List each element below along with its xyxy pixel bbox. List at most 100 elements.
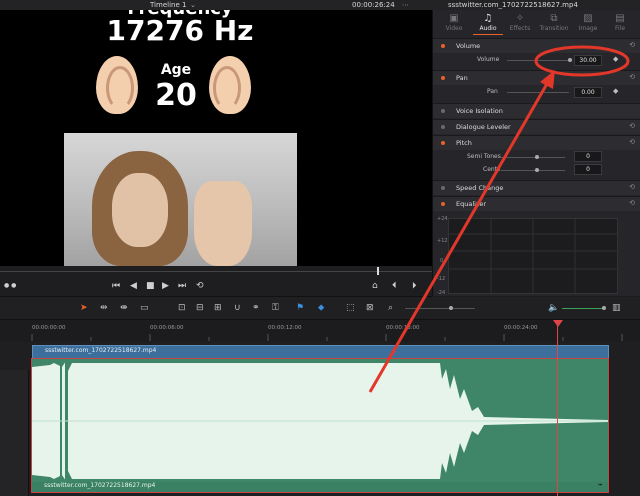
semitones-label: Semi Tones xyxy=(467,153,501,160)
clip-fade-handle-icon[interactable]: ⌁ xyxy=(598,480,603,489)
pan-value-field[interactable]: 0.00 xyxy=(574,87,602,98)
master-volume-knob[interactable] xyxy=(602,306,606,310)
section-voice-isolation[interactable]: Voice Isolation xyxy=(433,103,640,118)
tab-image[interactable]: ▨ Image xyxy=(573,13,603,32)
overwrite-clip-icon[interactable]: ⊟ xyxy=(196,302,204,314)
transport-menu-icon[interactable]: ● ● xyxy=(4,280,16,292)
timeline-dropdown-icon[interactable]: ⌄ xyxy=(190,0,196,10)
pan-slider[interactable] xyxy=(507,92,569,93)
match-frame-icon[interactable]: ⌂ xyxy=(372,280,378,292)
scrub-handle[interactable] xyxy=(377,267,379,275)
edit-toolbar: ➤ ⇹ ⇼ ▭ ⊡ ⊟ ⊞ ∪ ⚭ ⚿ ⚑ ⬥ ⬚ ⊠ ⌕ 🔈 ▥ xyxy=(0,297,640,320)
position-lock-icon[interactable]: ⚿ xyxy=(272,302,279,314)
selection-tool-icon[interactable]: ➤ xyxy=(80,302,88,314)
viewer[interactable]: Frequency 17276 Hz Age 20 xyxy=(0,10,432,266)
section-speed-change[interactable]: Speed Change ⟲ xyxy=(433,180,640,195)
cents-slider[interactable] xyxy=(501,170,565,171)
section-equalizer[interactable]: Equalizer ⟲ xyxy=(433,196,640,211)
volume-enable-toggle[interactable] xyxy=(441,44,445,48)
voice-isolation-toggle[interactable] xyxy=(441,109,445,113)
playhead-handle[interactable] xyxy=(553,320,563,327)
tab-transition[interactable]: ⧉ Transition xyxy=(539,13,569,32)
zoom-slider-knob[interactable] xyxy=(449,306,453,310)
zoom-fit-icon[interactable]: ⬚ xyxy=(346,302,355,314)
zoom-custom-icon[interactable]: ⌕ xyxy=(388,302,393,314)
section-dialogue-leveler[interactable]: Dialogue Leveler ⟲ xyxy=(433,119,640,134)
ruler-tick: 00:00:00:00 xyxy=(32,325,66,331)
eq-db-label: +24 xyxy=(437,216,448,222)
speaker-icon[interactable]: 🔈 xyxy=(548,302,559,314)
volume-slider[interactable] xyxy=(507,60,569,61)
timeline-name[interactable]: Timeline 1 xyxy=(150,0,186,10)
volume-keyframe-icon[interactable]: ◆ xyxy=(613,55,618,63)
section-volume[interactable]: Volume ⟲ xyxy=(433,38,640,53)
play-button[interactable]: ▶ xyxy=(162,280,169,292)
tab-file[interactable]: ▤ File xyxy=(605,13,635,32)
audio-clip-footer[interactable]: ssstwitter.com_1702722518627.mp4 ⌁ xyxy=(31,480,609,493)
loop-button[interactable]: ⟲ xyxy=(196,280,204,292)
eq-db-label: -24 xyxy=(437,290,446,296)
timecode-display: 00:00:26:24 xyxy=(352,1,395,9)
tab-effects[interactable]: ✧ Effects xyxy=(505,13,535,32)
pan-enable-toggle[interactable] xyxy=(441,76,445,80)
timeline-ruler[interactable]: 00:00:00:00 00:00:06:00 00:00:12:00 00:0… xyxy=(0,320,640,343)
pitch-enable-toggle[interactable] xyxy=(441,141,445,145)
go-to-end-button[interactable]: ⏭ xyxy=(178,280,186,292)
playhead[interactable] xyxy=(557,320,558,496)
audio-meter-icon[interactable]: ▥ xyxy=(612,302,621,314)
play-reverse-button[interactable]: ◀ xyxy=(130,280,137,292)
reset-speed-change-icon[interactable]: ⟲ xyxy=(629,183,635,191)
cents-slider-knob[interactable] xyxy=(535,168,539,172)
viewer-scrubber[interactable] xyxy=(0,266,432,276)
reset-pitch-icon[interactable]: ⟲ xyxy=(629,138,635,146)
eq-db-label: +12 xyxy=(437,238,448,244)
eq-db-label: 0 xyxy=(440,258,444,264)
insert-clip-icon[interactable]: ⊡ xyxy=(178,302,186,314)
equalizer-graph[interactable] xyxy=(448,218,618,294)
next-edit-icon[interactable]: ⏵ xyxy=(412,280,417,292)
tab-video[interactable]: ▣ Video xyxy=(439,13,469,32)
reset-dialogue-leveler-icon[interactable]: ⟲ xyxy=(629,122,635,130)
reset-pan-icon[interactable]: ⟲ xyxy=(629,73,635,81)
prev-edit-icon[interactable]: ⏴ xyxy=(392,280,397,292)
trim-tool-icon[interactable]: ⇹ xyxy=(100,302,108,314)
dialogue-leveler-title: Dialogue Leveler xyxy=(456,123,511,131)
marker-icon[interactable]: ⬥ xyxy=(318,302,324,314)
section-pitch[interactable]: Pitch ⟲ xyxy=(433,135,640,150)
blade-tool-icon[interactable]: ▭ xyxy=(140,302,149,314)
speed-change-toggle[interactable] xyxy=(441,186,445,190)
zoom-detail-icon[interactable]: ⊠ xyxy=(366,302,374,314)
eq-db-label: -12 xyxy=(437,276,446,282)
transition-icon: ⧉ xyxy=(550,13,558,24)
transport-controls: ● ● ⏮ ◀ ■ ▶ ⏭ ⟲ ⌂ ⏴ ⏵ xyxy=(0,276,432,297)
stop-button[interactable]: ■ xyxy=(146,280,155,292)
master-volume-slider[interactable] xyxy=(562,308,604,309)
audio-clip[interactable] xyxy=(31,358,609,484)
link-icon[interactable]: ⚭ xyxy=(252,302,260,314)
equalizer-enable-toggle[interactable] xyxy=(441,202,445,206)
cents-value-field[interactable]: 0 xyxy=(574,164,602,175)
voice-isolation-title: Voice Isolation xyxy=(456,107,503,115)
volume-slider-knob[interactable] xyxy=(568,58,572,62)
semitones-slider[interactable] xyxy=(501,157,565,158)
pan-title: Pan xyxy=(456,74,468,82)
replace-clip-icon[interactable]: ⊞ xyxy=(214,302,222,314)
semitones-slider-knob[interactable] xyxy=(535,155,539,159)
snapping-icon[interactable]: ∪ xyxy=(234,302,241,314)
volume-value-field[interactable]: 30.00 xyxy=(574,55,602,66)
go-to-start-button[interactable]: ⏮ xyxy=(112,280,120,292)
pan-keyframe-icon[interactable]: ◆ xyxy=(613,87,618,95)
zoom-slider[interactable] xyxy=(405,308,475,309)
volume-title: Volume xyxy=(456,42,481,50)
reset-equalizer-icon[interactable]: ⟲ xyxy=(629,199,635,207)
reset-volume-icon[interactable]: ⟲ xyxy=(629,41,635,49)
section-pan[interactable]: Pan ⟲ xyxy=(433,70,640,85)
tab-audio[interactable]: ♫ Audio xyxy=(473,13,503,32)
person-face xyxy=(112,173,168,247)
flag-icon[interactable]: ⚑ xyxy=(296,302,304,314)
semitones-value-field[interactable]: 0 xyxy=(574,151,602,162)
dialogue-leveler-toggle[interactable] xyxy=(441,125,445,129)
dynamic-trim-icon[interactable]: ⇼ xyxy=(120,302,128,314)
track-header[interactable] xyxy=(0,370,29,496)
options-menu-icon[interactable]: ⋯ xyxy=(402,0,409,10)
